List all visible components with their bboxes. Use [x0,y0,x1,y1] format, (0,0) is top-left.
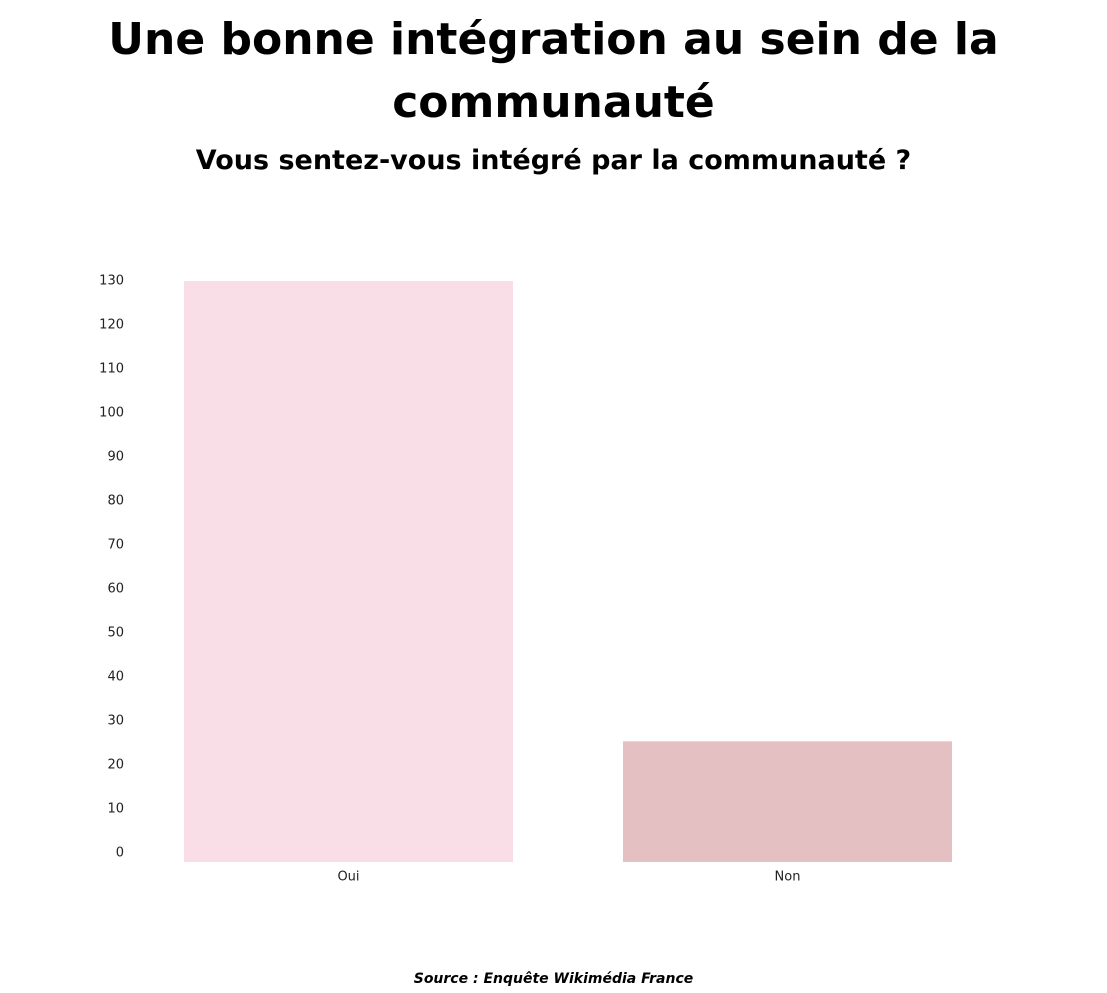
bar-non [623,741,952,862]
y-tick-label: 80 [107,494,124,509]
y-tick-label: 40 [107,670,124,685]
x-tick-label-oui: Oui [337,870,359,885]
y-tick-label: 70 [107,538,124,553]
y-tick-label: 10 [107,802,124,817]
y-tick-label: 120 [99,318,124,333]
y-tick-label: 100 [99,406,124,421]
y-axis: 0 10 20 30 40 50 60 70 80 90 100 110 120 130 [99,274,124,861]
source-note: Source : Enquête Wikimédia France [413,971,694,987]
x-axis: Oui Non [337,870,800,885]
y-tick-label: 20 [107,758,124,773]
y-tick-label: 60 [107,582,124,597]
bar-oui [184,281,513,862]
bar-chart: 0 10 20 30 40 50 60 70 80 90 100 110 120 130 Oui Non [99,274,952,885]
bars [184,281,952,862]
y-tick-label: 130 [99,274,124,289]
y-tick-label: 90 [107,450,124,465]
x-tick-label-non: Non [775,870,801,885]
y-tick-label: 0 [116,846,124,861]
y-tick-label: 50 [107,626,124,641]
y-tick-label: 30 [107,714,124,729]
y-tick-label: 110 [99,362,124,377]
